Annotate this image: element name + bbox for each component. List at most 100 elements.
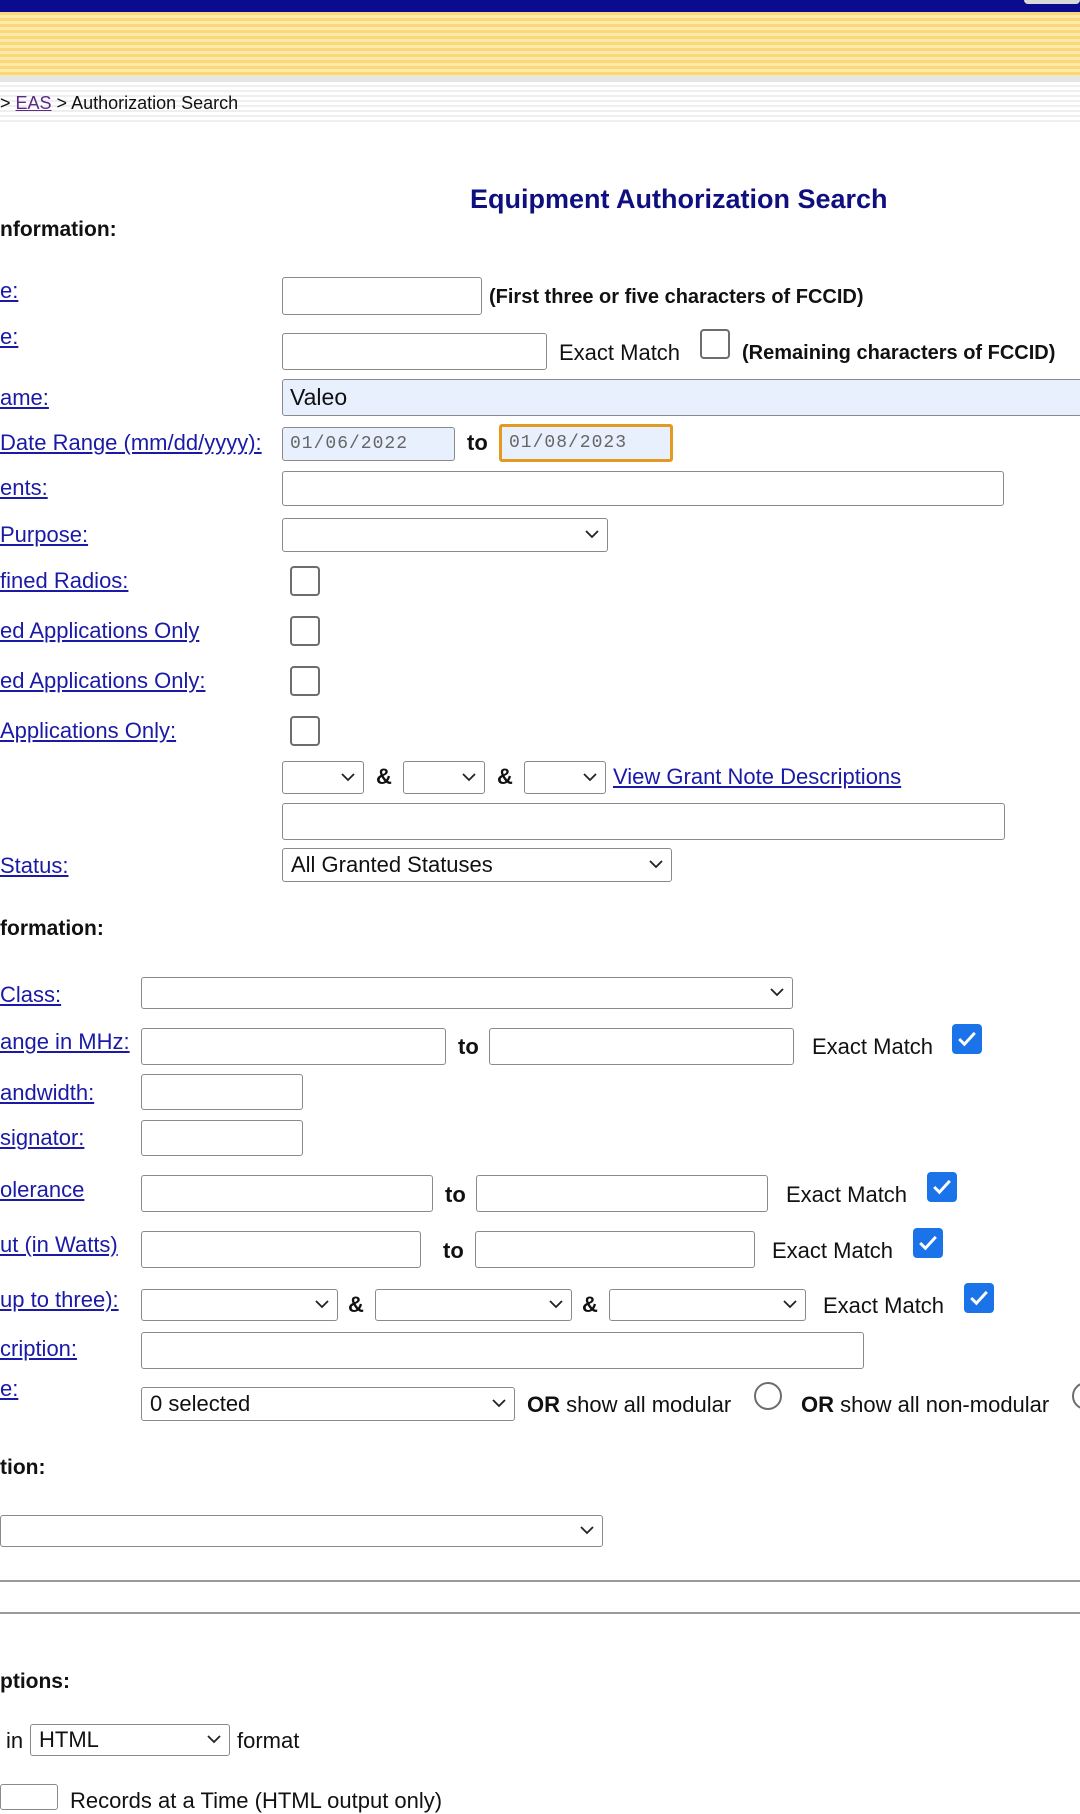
apps-only-2-label[interactable]: ed Applications Only: — [0, 668, 205, 694]
status-label[interactable]: Status: — [0, 853, 68, 879]
chevron-down-icon — [585, 530, 599, 539]
chevron-down-icon — [549, 1300, 563, 1309]
output-from-input[interactable] — [141, 1231, 421, 1268]
grantee-code-input[interactable] — [282, 277, 482, 315]
chevron-down-icon — [492, 1399, 506, 1408]
apps-only-3-checkbox[interactable] — [290, 716, 320, 746]
divider — [0, 1580, 1080, 1582]
product-code-exact-checkbox[interactable] — [700, 329, 730, 359]
breadcrumb: > EAS > Authorization Search — [0, 93, 238, 114]
tolerance-to-input[interactable] — [476, 1175, 768, 1212]
emission-designator-input[interactable] — [141, 1120, 303, 1156]
bandwidth-input[interactable] — [141, 1074, 303, 1110]
rule-parts-label[interactable]: up to three): — [0, 1287, 119, 1313]
applicant-name-input[interactable] — [282, 379, 1080, 416]
product-description-input[interactable] — [141, 1332, 864, 1369]
equipment-class-label[interactable]: Class: — [0, 982, 61, 1008]
show-all-modular-label: OR show all modular — [527, 1392, 731, 1418]
output-format-select[interactable]: HTML — [30, 1724, 230, 1756]
grantee-code-label[interactable]: e: — [0, 278, 18, 304]
grantee-code-hint: (First three or five characters of FCCID… — [489, 286, 864, 308]
frequency-range-label[interactable]: ange in MHz: — [0, 1029, 130, 1055]
section-location: tion: — [0, 1456, 46, 1479]
emission-designator-label[interactable]: signator: — [0, 1125, 84, 1151]
equipment-class-select[interactable] — [141, 977, 793, 1009]
software-defined-checkbox[interactable] — [290, 566, 320, 596]
grant-note-amp: & — [376, 764, 392, 789]
frequency-exact-checkbox[interactable] — [952, 1024, 982, 1054]
rule-part-select-1[interactable] — [141, 1289, 338, 1321]
chevron-down-icon — [207, 1735, 221, 1744]
modular-type-label[interactable]: e: — [0, 1376, 18, 1402]
apps-only-3-label[interactable]: Applications Only: — [0, 718, 176, 744]
modular-type-value: 0 selected — [150, 1391, 251, 1416]
tolerance-from-input[interactable] — [141, 1175, 433, 1212]
frequency-to-input[interactable] — [489, 1028, 794, 1065]
apps-only-1-label[interactable]: ed Applications Only — [0, 618, 199, 644]
grant-note-select-3[interactable] — [524, 761, 606, 794]
checkmark-icon — [970, 1290, 988, 1306]
location-select[interactable] — [0, 1515, 603, 1547]
breadcrumb-eas-link[interactable]: EAS — [16, 93, 52, 113]
frequency-to-label: to — [458, 1034, 479, 1059]
date-from-input[interactable] — [282, 427, 455, 461]
frequency-from-input[interactable] — [141, 1028, 446, 1065]
product-code-input[interactable] — [282, 333, 547, 370]
status-select[interactable]: All Granted Statuses — [282, 848, 672, 882]
output-power-label[interactable]: ut (in Watts) — [0, 1232, 118, 1258]
product-code-exact-label: Exact Match — [559, 340, 681, 365]
chevron-down-icon — [341, 772, 355, 781]
output-format-value: HTML — [39, 1727, 99, 1752]
rule-parts-exact-label: Exact Match — [823, 1293, 945, 1318]
purpose-label[interactable]: Purpose: — [0, 522, 88, 548]
grant-note-select-2[interactable] — [403, 761, 485, 794]
comments-input[interactable] — [282, 471, 1004, 506]
checkmark-icon — [919, 1235, 937, 1251]
product-code-label[interactable]: e: — [0, 324, 18, 350]
grant-note-text-input[interactable] — [282, 803, 1005, 840]
rule-part-select-3[interactable] — [609, 1289, 806, 1321]
rule-part-select-2[interactable] — [375, 1289, 572, 1321]
date-to-input[interactable] — [499, 424, 673, 462]
date-to-label: to — [467, 430, 488, 455]
apps-only-1-checkbox[interactable] — [290, 616, 320, 646]
chevron-down-icon — [580, 1526, 594, 1535]
chevron-down-icon — [315, 1300, 329, 1309]
format-prefix: in — [6, 1728, 24, 1753]
records-per-page-input[interactable] — [0, 1784, 58, 1810]
breadcrumb-sep: > — [51, 93, 72, 113]
comments-label[interactable]: ents: — [0, 475, 48, 501]
grant-note-select-1[interactable] — [282, 761, 364, 794]
show-all-non-modular-radio[interactable] — [1072, 1382, 1080, 1410]
view-grant-note-descriptions-link[interactable]: View Grant Note Descriptions — [613, 764, 901, 790]
output-to-label: to — [443, 1238, 464, 1263]
product-code-hint: (Remaining characters of FCCID) — [742, 342, 1056, 364]
tolerance-label[interactable]: olerance — [0, 1177, 84, 1203]
date-range-label[interactable]: Date Range (mm/dd/yyyy): — [0, 430, 262, 456]
show-nonmodular-text: show all non-modular — [840, 1392, 1050, 1417]
product-description-label[interactable]: cription: — [0, 1336, 77, 1362]
modular-type-select[interactable]: 0 selected — [141, 1387, 515, 1421]
output-exact-checkbox[interactable] — [913, 1228, 943, 1258]
bandwidth-label[interactable]: andwidth: — [0, 1080, 94, 1106]
software-defined-label[interactable]: fined Radios: — [0, 568, 128, 594]
applicant-name-label[interactable]: ame: — [0, 385, 49, 411]
breadcrumb-current: Authorization Search — [71, 93, 239, 113]
breadcrumb-sep: > — [0, 93, 16, 113]
or-label: OR — [801, 1392, 834, 1417]
rule-part-amp: & — [348, 1292, 364, 1317]
purpose-select[interactable] — [282, 518, 608, 552]
show-modular-text: show all modular — [566, 1392, 732, 1417]
top-bar-button[interactable] — [1024, 0, 1080, 4]
show-all-modular-radio[interactable] — [754, 1382, 782, 1410]
chevron-down-icon — [462, 772, 476, 781]
section-equipment-info: formation: — [0, 917, 104, 940]
section-application-info: nformation: — [0, 218, 117, 241]
or-label: OR — [527, 1392, 560, 1417]
checkmark-icon — [958, 1031, 976, 1047]
rule-parts-exact-checkbox[interactable] — [964, 1283, 994, 1313]
output-to-input[interactable] — [475, 1231, 755, 1268]
tolerance-exact-checkbox[interactable] — [927, 1172, 957, 1202]
tolerance-exact-label: Exact Match — [786, 1182, 908, 1207]
apps-only-2-checkbox[interactable] — [290, 666, 320, 696]
